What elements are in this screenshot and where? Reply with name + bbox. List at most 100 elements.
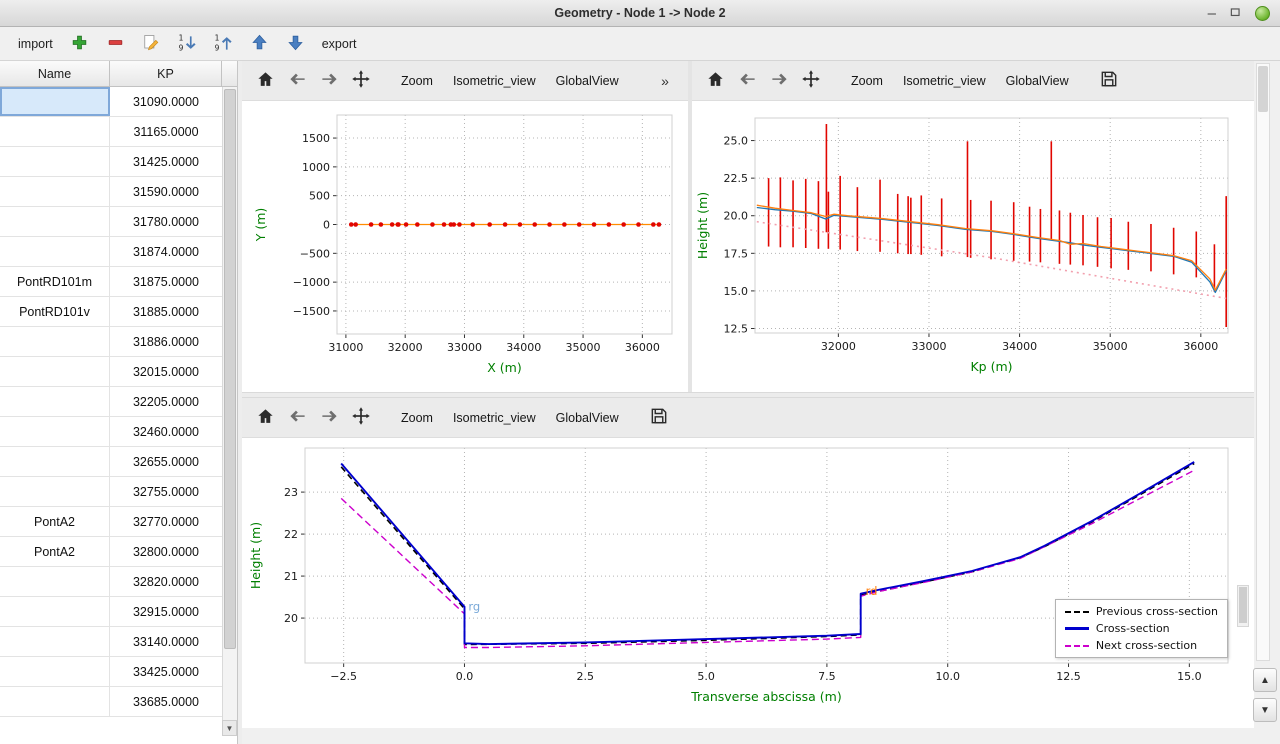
table-row[interactable]: 31590.0000 xyxy=(0,177,222,207)
kp-cell[interactable]: 32755.0000 xyxy=(110,477,222,506)
forward-button[interactable] xyxy=(764,66,794,96)
add-button[interactable] xyxy=(66,31,93,57)
kp-cell[interactable]: 32460.0000 xyxy=(110,417,222,446)
kp-cell[interactable]: 31425.0000 xyxy=(110,147,222,176)
name-cell[interactable] xyxy=(0,567,110,596)
move-up-button[interactable] xyxy=(246,31,273,57)
remove-button[interactable] xyxy=(102,31,129,57)
global-view-button[interactable]: GlobalView xyxy=(547,66,628,96)
window-scrollbar[interactable] xyxy=(1256,63,1270,661)
pan-button[interactable] xyxy=(796,66,826,96)
forward-button[interactable] xyxy=(314,403,344,433)
table-scrollbar-thumb[interactable] xyxy=(224,89,236,649)
column-header-name[interactable]: Name xyxy=(0,61,110,86)
home-button[interactable] xyxy=(700,66,730,96)
name-cell[interactable] xyxy=(0,327,110,356)
table-row[interactable]: 31165.0000 xyxy=(0,117,222,147)
name-cell[interactable] xyxy=(0,87,110,116)
table-row[interactable]: 31886.0000 xyxy=(0,327,222,357)
bottom-panel-scrollbar-thumb[interactable] xyxy=(1239,587,1247,623)
table-scroll-down-button[interactable]: ▼ xyxy=(222,720,237,736)
column-header-kp[interactable]: KP xyxy=(110,61,222,86)
cross-section-plot[interactable]: −2.50.02.55.07.510.012.515.020212223rgrd… xyxy=(242,438,1254,728)
kp-cell[interactable]: 32205.0000 xyxy=(110,387,222,416)
name-cell[interactable]: PontRD101m xyxy=(0,267,110,296)
name-cell[interactable] xyxy=(0,357,110,386)
minimize-button[interactable]: – xyxy=(1208,6,1216,21)
home-button[interactable] xyxy=(250,403,280,433)
back-button[interactable] xyxy=(282,66,312,96)
move-down-button[interactable] xyxy=(282,31,309,57)
pan-button[interactable] xyxy=(346,403,376,433)
kp-cell[interactable]: 32915.0000 xyxy=(110,597,222,626)
isometric-view-button[interactable]: Isometric_view xyxy=(444,66,545,96)
table-scrollbar[interactable] xyxy=(222,87,237,720)
table-row[interactable]: 32205.0000 xyxy=(0,387,222,417)
table-row[interactable]: 32755.0000 xyxy=(0,477,222,507)
name-cell[interactable] xyxy=(0,237,110,266)
kp-cell[interactable]: 32770.0000 xyxy=(110,507,222,536)
kp-cell[interactable]: 33425.0000 xyxy=(110,657,222,686)
name-cell[interactable] xyxy=(0,657,110,686)
name-cell[interactable] xyxy=(0,627,110,656)
export-label[interactable]: export xyxy=(318,37,361,51)
isometric-view-button[interactable]: Isometric_view xyxy=(444,403,545,433)
save-button[interactable] xyxy=(644,403,674,433)
kp-cell[interactable]: 31780.0000 xyxy=(110,207,222,236)
name-cell[interactable] xyxy=(0,147,110,176)
zoom-button[interactable]: Zoom xyxy=(392,66,442,96)
global-view-button[interactable]: GlobalView xyxy=(997,66,1078,96)
table-row[interactable]: PontRD101v31885.0000 xyxy=(0,297,222,327)
scroll-down-button[interactable]: ▼ xyxy=(1253,698,1277,722)
name-cell[interactable] xyxy=(0,597,110,626)
isometric-view-button[interactable]: Isometric_view xyxy=(894,66,995,96)
name-cell[interactable] xyxy=(0,447,110,476)
save-button[interactable] xyxy=(1094,66,1124,96)
back-button[interactable] xyxy=(282,403,312,433)
name-cell[interactable] xyxy=(0,207,110,236)
sort-ascending-button[interactable]: 1 9 xyxy=(210,31,237,57)
table-row[interactable]: PontRD101m31875.0000 xyxy=(0,267,222,297)
kp-cell[interactable]: 31874.0000 xyxy=(110,237,222,266)
kp-cell[interactable]: 31590.0000 xyxy=(110,177,222,206)
toolbar-overflow-button[interactable]: » xyxy=(650,66,680,96)
name-cell[interactable] xyxy=(0,477,110,506)
table-row[interactable]: 33140.0000 xyxy=(0,627,222,657)
table-row[interactable]: 32655.0000 xyxy=(0,447,222,477)
kp-cell[interactable]: 32800.0000 xyxy=(110,537,222,566)
import-label[interactable]: import xyxy=(14,37,57,51)
kp-cell[interactable]: 32820.0000 xyxy=(110,567,222,596)
table-row[interactable]: 31780.0000 xyxy=(0,207,222,237)
zoom-button[interactable]: Zoom xyxy=(842,66,892,96)
name-cell[interactable]: PontRD101v xyxy=(0,297,110,326)
table-row[interactable]: 32015.0000 xyxy=(0,357,222,387)
scroll-up-button[interactable]: ▲ xyxy=(1253,668,1277,692)
table-row[interactable]: 31874.0000 xyxy=(0,237,222,267)
kp-cell[interactable]: 32655.0000 xyxy=(110,447,222,476)
edit-button[interactable] xyxy=(138,31,165,57)
kp-cell[interactable]: 31090.0000 xyxy=(110,87,222,116)
table-row[interactable]: PontA232770.0000 xyxy=(0,507,222,537)
global-view-button[interactable]: GlobalView xyxy=(547,403,628,433)
zoom-button[interactable]: Zoom xyxy=(392,403,442,433)
name-cell[interactable]: PontA2 xyxy=(0,537,110,566)
window-scrollbar-thumb[interactable] xyxy=(1258,66,1268,112)
plan-view-plot[interactable]: 310003200033000340003500036000−1500−1000… xyxy=(242,101,688,392)
table-row[interactable]: 31425.0000 xyxy=(0,147,222,177)
table-row[interactable]: 32915.0000 xyxy=(0,597,222,627)
table-row[interactable]: 32460.0000 xyxy=(0,417,222,447)
sort-descending-button[interactable]: 1 9 xyxy=(174,31,201,57)
name-cell[interactable]: PontA2 xyxy=(0,507,110,536)
table-row[interactable]: 32820.0000 xyxy=(0,567,222,597)
kp-cell[interactable]: 32015.0000 xyxy=(110,357,222,386)
table-row[interactable]: PontA232800.0000 xyxy=(0,537,222,567)
restore-button[interactable] xyxy=(1229,6,1242,22)
home-button[interactable] xyxy=(250,66,280,96)
profile-plot[interactable]: 320003300034000350003600012.515.017.520.… xyxy=(692,101,1254,392)
name-cell[interactable] xyxy=(0,117,110,146)
kp-cell[interactable]: 31875.0000 xyxy=(110,267,222,296)
table-row[interactable]: 33685.0000 xyxy=(0,687,222,717)
kp-cell[interactable]: 31165.0000 xyxy=(110,117,222,146)
kp-cell[interactable]: 33685.0000 xyxy=(110,687,222,716)
forward-button[interactable] xyxy=(314,66,344,96)
